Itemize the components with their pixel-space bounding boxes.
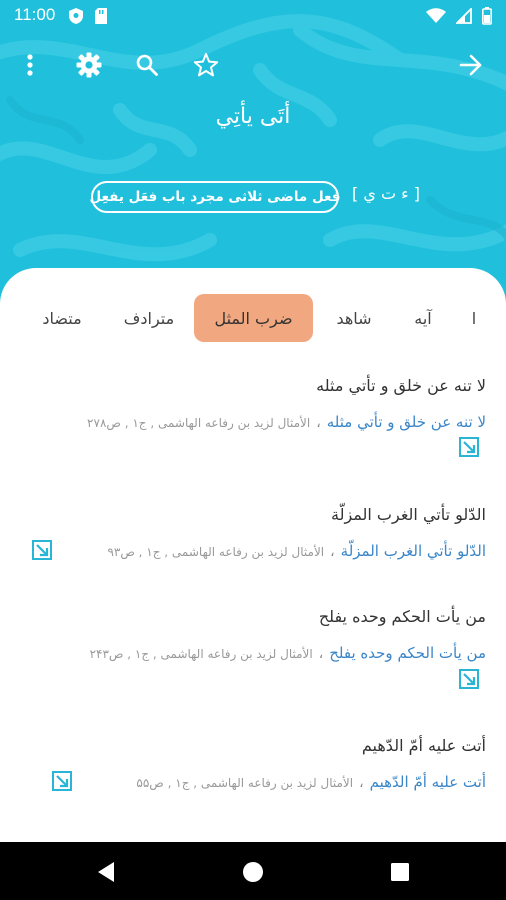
- signal-icon: [456, 8, 472, 24]
- proverb-link[interactable]: أتت عليه أمّ الدّهيم: [370, 773, 486, 791]
- reference-line: الدّلو تأتي الغرب المزلّة ، الأمثال لزيد ب…: [107, 541, 486, 560]
- source-text: الأمثال لزيد بن رفاعه الهاشمى , ج۱ , ص۲۷…: [87, 416, 311, 430]
- recents-square-icon: [391, 863, 409, 881]
- sd-card-icon: [95, 8, 107, 24]
- status-bar: 11:00: [0, 0, 506, 32]
- open-external-icon[interactable]: [458, 436, 480, 458]
- tab-partial[interactable]: ا: [466, 294, 482, 342]
- source-text: الأمثال لزيد بن رفاعه الهاشمى , ج۱ , ص۵۵: [136, 776, 354, 790]
- search-icon: [136, 54, 158, 76]
- settings-button[interactable]: [69, 45, 109, 85]
- shield-icon: [69, 8, 83, 24]
- proverb-text: أتت عليه أمّ الدّهيم: [361, 736, 486, 755]
- back-button[interactable]: [451, 45, 491, 85]
- reference-line: لا تنه عن خلق و تأتي مثله ، الأمثال لزيد ب…: [87, 412, 486, 431]
- app-screen: 11:00 أتَى يأتِي [ء ت ي] فعل ماضى ثلاث…: [0, 0, 506, 900]
- gear-icon: [76, 52, 102, 78]
- word-title: أتَى يأتِي: [215, 104, 291, 129]
- system-nav-bar: [0, 842, 506, 900]
- reference-separator: ،: [316, 415, 321, 431]
- tab-bar: متضاد مترادف ضرب المثل شاهد آيه ا: [0, 294, 506, 342]
- more-vert-icon: [27, 54, 33, 76]
- proverb-link[interactable]: لا تنه عن خلق و تأتي مثله: [327, 413, 486, 431]
- star-icon: [193, 53, 219, 77]
- open-external-icon[interactable]: [458, 668, 480, 690]
- back-triangle-icon: [98, 862, 114, 882]
- battery-icon: [482, 7, 492, 25]
- home-circle-icon: [243, 862, 263, 882]
- verb-info-badge: فعل ماضى ثلاثى مجرد باب فعَل يفعِل: [90, 181, 340, 213]
- favorite-button[interactable]: [186, 45, 226, 85]
- reference-separator: ،: [359, 775, 364, 791]
- proverb-text: من يأت الحكم وحده يفلح: [318, 607, 486, 626]
- reference-separator: ،: [330, 544, 335, 560]
- reference-line: من يأت الحكم وحده يفلح ، الأمثال لزيد بن ر…: [90, 643, 486, 662]
- tab-evidence[interactable]: شاهد: [327, 294, 381, 342]
- proverb-link[interactable]: الدّلو تأتي الغرب المزلّة: [341, 542, 486, 560]
- wifi-icon: [426, 8, 446, 23]
- source-text: الأمثال لزيد بن رفاعه الهاشمى , ج۱ , ص۹۳: [107, 545, 325, 559]
- proverb-text: لا تنه عن خلق و تأتي مثله: [316, 376, 486, 395]
- tab-antonym[interactable]: متضاد: [30, 294, 94, 342]
- tab-proverbs[interactable]: ضرب المثل: [194, 294, 313, 342]
- arrow-right-icon: [459, 54, 482, 76]
- reference-line: أتت عليه أمّ الدّهيم ، الأمثال لزيد بن رفا…: [136, 772, 486, 791]
- more-options-button[interactable]: [10, 45, 50, 85]
- nav-recents-button[interactable]: [386, 858, 414, 886]
- source-text: الأمثال لزيد بن رفاعه الهاشمى , ج۱ , ص۲۴…: [89, 647, 313, 661]
- tab-synonym[interactable]: مترادف: [114, 294, 184, 342]
- status-time: 11:00: [14, 5, 56, 24]
- open-external-icon[interactable]: [51, 770, 73, 792]
- root-letters: [ ء ت ي ]: [352, 184, 420, 203]
- nav-home-button[interactable]: [239, 858, 267, 886]
- proverb-text: الدّلو تأتي الغرب المزلّة: [330, 505, 486, 524]
- reference-separator: ،: [318, 646, 324, 662]
- search-button[interactable]: [127, 45, 167, 85]
- nav-back-button[interactable]: [92, 858, 120, 886]
- open-external-icon[interactable]: [31, 539, 53, 561]
- tab-verse[interactable]: آيه: [402, 294, 444, 342]
- proverb-link[interactable]: من يأت الحكم وحده يفلح: [329, 644, 486, 662]
